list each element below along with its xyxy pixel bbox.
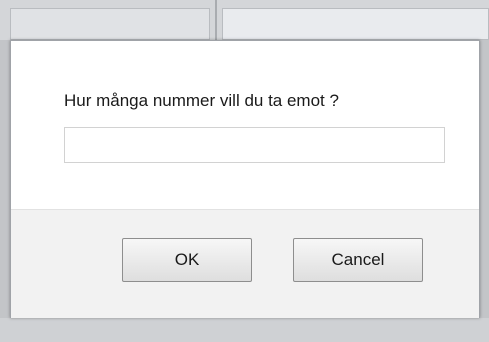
- background-pane-right: [222, 8, 489, 40]
- background-pane-left: [10, 8, 210, 40]
- dialog-footer: OK Cancel: [11, 209, 479, 318]
- ok-button[interactable]: OK: [122, 238, 252, 282]
- background-divider: [215, 0, 217, 40]
- answer-input[interactable]: [64, 127, 445, 163]
- prompt-text: Hur många nummer vill du ta emot ?: [64, 91, 339, 110]
- cancel-button[interactable]: Cancel: [293, 238, 423, 282]
- prompt-dialog: Hur många nummer vill du ta emot ? OK Ca…: [10, 40, 480, 318]
- background-statusbar: [0, 318, 489, 342]
- dialog-body: Hur många nummer vill du ta emot ?: [11, 41, 479, 209]
